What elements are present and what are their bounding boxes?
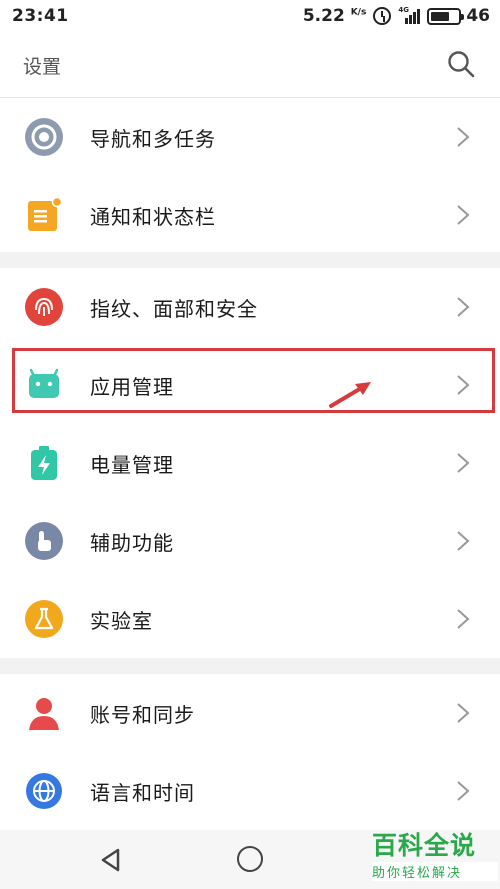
setting-label: 电量管理 (90, 452, 174, 477)
battery-charge-icon (31, 446, 57, 480)
app-header: 设置 (0, 34, 500, 98)
setting-label: 实验室 (90, 608, 153, 633)
setting-row-security[interactable]: 指纹、面部和安全 (0, 268, 500, 346)
chevron-right-icon (457, 531, 470, 551)
status-bar: 23:41 5.22 K/s 4G 46 (0, 0, 500, 34)
notification-icon (28, 196, 63, 231)
chevron-right-icon (457, 781, 470, 801)
page-title: 设置 (23, 56, 62, 78)
setting-row-account[interactable]: 账号和同步 (0, 674, 500, 752)
section-divider (0, 658, 500, 674)
setting-label: 通知和状态栏 (90, 204, 216, 229)
setting-label: 指纹、面部和安全 (90, 296, 258, 321)
annotation-arrow-icon (329, 382, 371, 408)
setting-label: 语言和时间 (90, 780, 195, 805)
navigation-icon (25, 118, 63, 156)
alarm-icon (373, 7, 392, 25)
setting-label: 导航和多任务 (90, 126, 216, 151)
setting-row-notifications[interactable]: 通知和状态栏 (0, 176, 500, 254)
setting-row-navigation[interactable]: 导航和多任务 (0, 98, 500, 176)
status-time: 23:41 (12, 6, 69, 26)
settings-group-2: 指纹、面部和安全 应用管理 电量管理 辅助功能 实验室 (0, 268, 500, 658)
setting-label: 辅助功能 (90, 530, 174, 555)
battery-icon (427, 7, 465, 25)
chevron-right-icon (457, 609, 470, 629)
chevron-right-icon (457, 453, 470, 473)
settings-group-1: 导航和多任务 通知和状态栏 (0, 98, 500, 252)
highlight-box (12, 348, 495, 413)
setting-row-accessibility[interactable]: 辅助功能 (0, 502, 500, 580)
watermark-title: 百科全说 (372, 831, 477, 860)
setting-row-lab[interactable]: 实验室 (0, 580, 500, 658)
watermark-subtitle: 助你轻松解决 (372, 862, 498, 881)
hand-icon (25, 522, 63, 560)
fingerprint-icon (25, 288, 63, 326)
chevron-right-icon (457, 297, 470, 317)
flask-icon (25, 600, 63, 638)
search-icon[interactable] (446, 49, 476, 79)
status-right: 5.22 K/s 4G 46 (303, 6, 490, 26)
settings-group-3: 账号和同步 语言和时间 (0, 674, 500, 830)
globe-icon (26, 773, 62, 809)
account-icon (29, 698, 59, 730)
setting-label: 账号和同步 (90, 702, 195, 727)
setting-row-language-time[interactable]: 语言和时间 (0, 752, 500, 830)
chevron-right-icon (457, 703, 470, 723)
signal-icon: 4G (398, 6, 421, 24)
chevron-right-icon (457, 127, 470, 147)
network-speed: 5.22 K/s (302, 6, 367, 26)
back-icon[interactable] (98, 847, 124, 873)
home-icon[interactable] (237, 846, 263, 872)
section-divider (0, 252, 500, 268)
watermark-logo: 百科全说 助你轻松解决 (372, 826, 498, 881)
setting-row-battery[interactable]: 电量管理 (0, 424, 500, 502)
battery-level: 46 (466, 6, 490, 26)
chevron-right-icon (457, 205, 470, 225)
